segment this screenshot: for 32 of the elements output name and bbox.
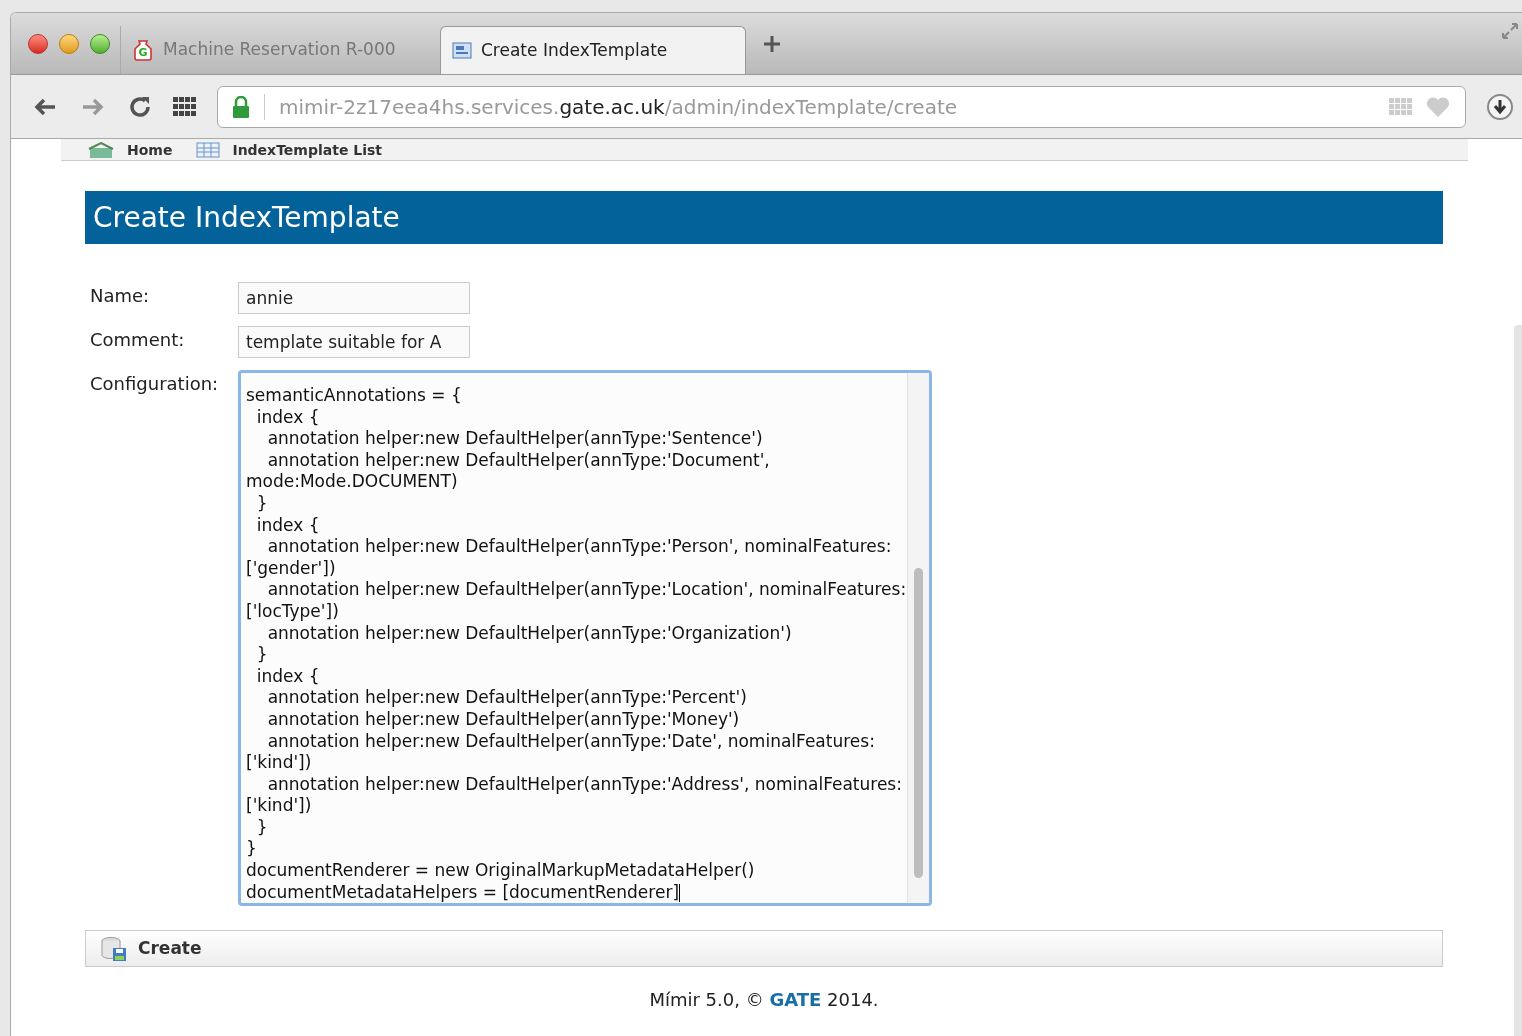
browser-tab[interactable]: Create IndexTemplate	[440, 26, 746, 74]
database-save-icon	[100, 935, 128, 962]
g-logo-icon: G	[131, 38, 155, 62]
page-title: Create IndexTemplate	[85, 191, 1443, 244]
page-scrollbar[interactable]	[1514, 325, 1522, 1036]
zoom-window-button[interactable]	[90, 33, 110, 54]
download-icon[interactable]	[1486, 92, 1514, 121]
heart-icon[interactable]	[1425, 95, 1451, 118]
url-domain: gate.ac.uk	[559, 93, 665, 121]
nav-link[interactable]: Home	[127, 142, 173, 157]
house-icon	[87, 141, 115, 158]
address-bar[interactable]: mimir-2z17eea4hs.services.gate.ac.uk/admin/indexTemplate/create	[217, 85, 1466, 128]
scrollbar[interactable]	[907, 373, 929, 903]
url-path: /admin/indexTemplate/create	[664, 93, 958, 121]
create-button[interactable]: Create	[85, 930, 1443, 967]
padlock-icon	[232, 95, 250, 118]
document-icon	[451, 40, 473, 61]
fullscreen-icon[interactable]	[1500, 21, 1520, 41]
nav-link[interactable]: IndexTemplate List	[232, 142, 382, 157]
text-field[interactable]: annie	[238, 282, 470, 314]
grid-icon[interactable]	[173, 96, 197, 117]
close-window-button[interactable]	[28, 33, 48, 54]
configuration-field[interactable]: semanticAnnotations = { index { annotation helper:new DefaultHelper(annType:'Sentence') annotation helper:new DefaultHelper(annType:'Document', mode:Mode.DOCUMENT) } index { annotation helper:new DefaultHelper(annType:'Person', nominalFeatures:['gender']) annotation helper:new DefaultHelper(annType:'Location', nominalFeatures:['locType']) annotation helper:new DefaultHelper(annType:'Organization') } index { annotation helper:new DefaultHelper(annType:'Percent') annotation helper:new DefaultHelper(annType:'Money') annotation helper:new DefaultHelper(annType:'Date', nominalFeatures:['kind']) annotation helper:new DefaultHelper(annType:'Address', nominalFeatures:['kind']) } } documentRenderer = new OriginalMarkupMetadataHelper() documentMetadataHelpers = [documentRenderer]	[238, 370, 932, 906]
new-tab-icon[interactable]	[762, 33, 782, 54]
field-label: Name:	[89, 284, 151, 308]
field-label: Configuration:	[89, 372, 220, 396]
gate-link[interactable]: GATE	[769, 989, 822, 1010]
url-host: mimir-2z17eea4hs.services.	[279, 93, 560, 121]
text-field[interactable]: template suitable for A	[238, 326, 470, 358]
field-label: Comment:	[89, 328, 186, 352]
footer-text: Mímir 5.0, © GATE 2014.	[649, 988, 879, 1012]
minimize-window-button[interactable]	[59, 33, 79, 54]
